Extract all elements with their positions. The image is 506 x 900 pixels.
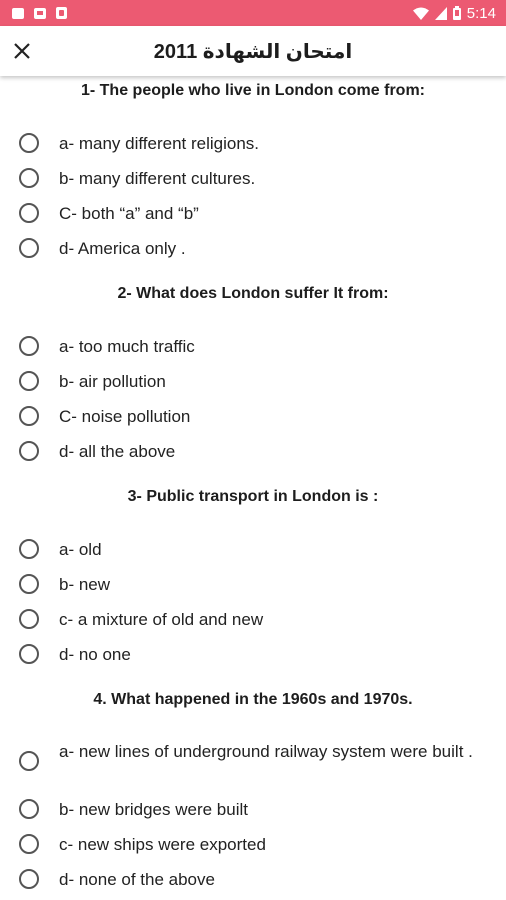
page-title: امتحان الشهادة 2011 bbox=[153, 40, 353, 63]
question-3: 3- Public transport in London is : bbox=[127, 488, 379, 505]
radio-button[interactable] bbox=[19, 869, 39, 889]
wifi-icon bbox=[412, 7, 429, 20]
radio-button[interactable] bbox=[19, 371, 39, 391]
radio-button[interactable] bbox=[19, 644, 39, 664]
option-label: d- America only . bbox=[59, 238, 186, 258]
status-time: 5:14 bbox=[466, 4, 496, 22]
radio-button[interactable] bbox=[19, 834, 39, 854]
option-3d[interactable]: d- no one bbox=[0, 642, 506, 666]
radio-button[interactable] bbox=[19, 609, 39, 629]
option-label: b- new bridges were built bbox=[59, 799, 248, 819]
radio-button[interactable] bbox=[19, 406, 39, 426]
option-label: d- none of the above bbox=[59, 869, 215, 889]
option-4c[interactable]: c- new ships were exported bbox=[0, 832, 506, 856]
app-icon bbox=[56, 7, 67, 19]
notification-icon bbox=[12, 7, 24, 19]
option-label: C- both “a” and “b” bbox=[59, 203, 199, 223]
option-label: d- all the above bbox=[59, 441, 176, 461]
battery-icon bbox=[452, 6, 461, 20]
radio-button[interactable] bbox=[19, 574, 39, 594]
option-3a[interactable]: a- old bbox=[0, 537, 506, 561]
status-bar: 5:14 bbox=[0, 0, 506, 26]
option-4d[interactable]: d- none of the above bbox=[0, 867, 506, 891]
option-3c[interactable]: c- a mixture of old and new bbox=[0, 607, 506, 631]
option-4a[interactable]: a- new lines of underground railway syst… bbox=[0, 740, 506, 786]
option-label: a- old bbox=[59, 539, 102, 559]
signal-icon bbox=[434, 6, 447, 20]
option-1c[interactable]: C- both “a” and “b” bbox=[0, 201, 506, 225]
radio-button[interactable] bbox=[19, 539, 39, 559]
close-button[interactable] bbox=[0, 26, 44, 76]
message-icon bbox=[34, 7, 46, 19]
option-label: a- too much traffic bbox=[59, 336, 195, 356]
option-1a[interactable]: a- many different religions. bbox=[0, 131, 506, 155]
option-1b[interactable]: b- many different cultures. bbox=[0, 166, 506, 190]
app-bar: امتحان الشهادة 2011 bbox=[0, 26, 506, 76]
option-2c[interactable]: C- noise pollution bbox=[0, 404, 506, 428]
option-label: C- noise pollution bbox=[59, 406, 191, 426]
status-bar-left-icons bbox=[12, 7, 67, 19]
option-2d[interactable]: d- all the above bbox=[0, 439, 506, 463]
option-3b[interactable]: b- new bbox=[0, 572, 506, 596]
radio-button[interactable] bbox=[19, 133, 39, 153]
radio-button[interactable] bbox=[19, 336, 39, 356]
question-1: 1- The people who live in London come fr… bbox=[80, 82, 425, 99]
radio-button[interactable] bbox=[19, 751, 39, 771]
radio-button[interactable] bbox=[19, 168, 39, 188]
option-label: c- new ships were exported bbox=[59, 834, 266, 854]
option-label: a- many different religions. bbox=[59, 133, 260, 153]
radio-button[interactable] bbox=[19, 203, 39, 223]
option-label: b- air pollution bbox=[59, 371, 166, 391]
option-label: c- a mixture of old and new bbox=[59, 609, 264, 629]
option-label: b- new bbox=[59, 574, 111, 594]
option-label: b- many different cultures. bbox=[59, 168, 256, 188]
option-2b[interactable]: b- air pollution bbox=[0, 369, 506, 393]
radio-button[interactable] bbox=[19, 799, 39, 819]
option-2a[interactable]: a- too much traffic bbox=[0, 334, 506, 358]
radio-button[interactable] bbox=[19, 238, 39, 258]
question-2: 2- What does London suffer It from: bbox=[117, 285, 389, 302]
radio-button[interactable] bbox=[19, 441, 39, 461]
option-label: a- new lines of underground railway syst… bbox=[59, 742, 473, 761]
question-4: 4. What happened in the 1960s and 1970s. bbox=[93, 691, 413, 708]
option-4b[interactable]: b- new bridges were built bbox=[0, 797, 506, 821]
option-label: d- no one bbox=[59, 644, 131, 664]
option-1d[interactable]: d- America only . bbox=[0, 236, 506, 260]
close-icon bbox=[14, 43, 30, 59]
status-bar-right: 5:14 bbox=[412, 4, 496, 22]
